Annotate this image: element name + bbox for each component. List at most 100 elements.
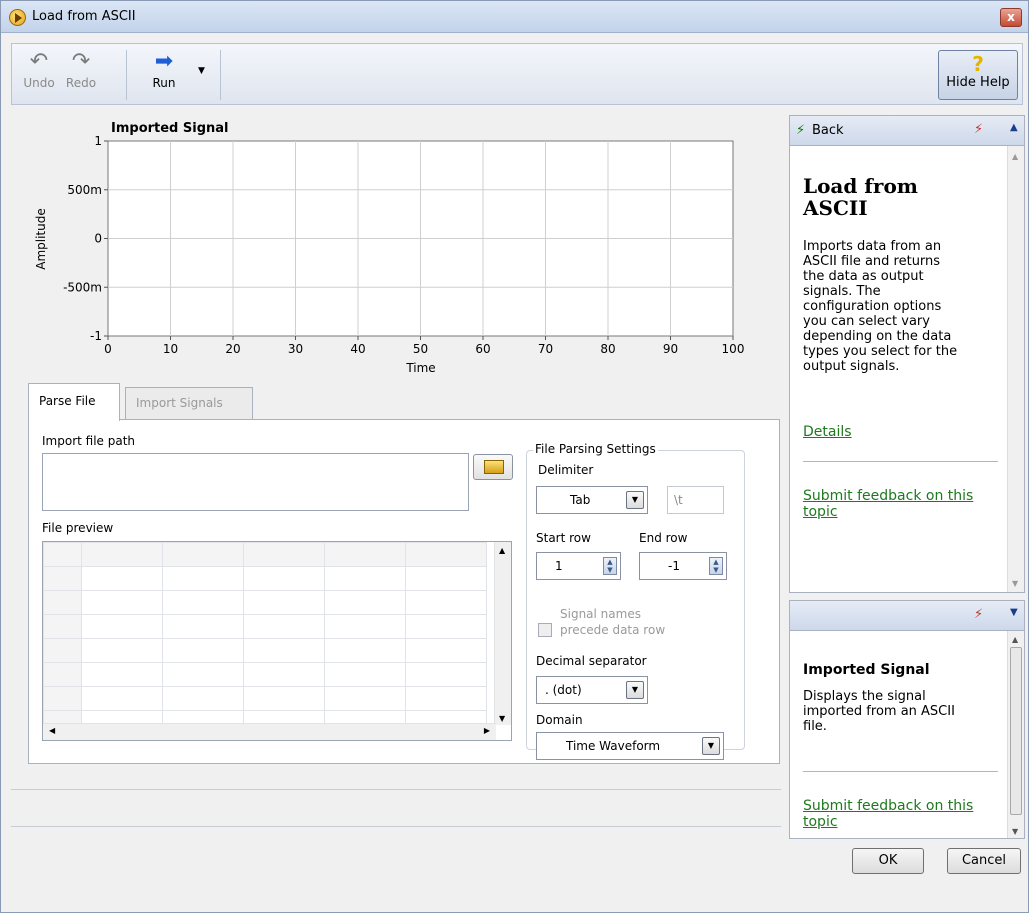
x-axis-label: Time <box>405 361 435 375</box>
table-cell <box>43 566 82 591</box>
detail-scrollbar[interactable]: ▲ ▼ <box>1007 631 1024 838</box>
table-cell <box>162 590 244 615</box>
hide-help-button[interactable]: ? Hide Help <box>938 50 1018 100</box>
chevron-up-icon[interactable]: ▲ <box>1010 122 1018 133</box>
end-row-label: End row <box>639 531 688 545</box>
chevron-down-icon: ▼ <box>702 737 720 755</box>
table-cell <box>43 542 82 567</box>
detail-description-line: imported from an ASCII <box>803 704 955 719</box>
preview-vertical-scrollbar[interactable]: ▲ ▼ <box>494 542 511 725</box>
domain-label: Domain <box>536 713 583 727</box>
tab-strip: Parse File Import Signals <box>28 383 780 421</box>
help-back-link[interactable]: Back <box>812 123 844 138</box>
scroll-down-icon[interactable]: ▼ <box>1012 579 1018 588</box>
table-cell <box>43 590 82 615</box>
y-axis-label: Amplitude <box>34 208 48 270</box>
scroll-down-icon[interactable]: ▼ <box>499 714 505 723</box>
table-cell <box>405 662 487 687</box>
signal-names-checkbox[interactable] <box>538 623 552 637</box>
preview-horizontal-scrollbar[interactable]: ◀ ▶ <box>43 723 496 740</box>
table-cell <box>243 638 325 663</box>
back-icon[interactable]: ⚡ <box>796 123 805 138</box>
x-tick-label: 0 <box>104 342 112 356</box>
delimiter-label: Delimiter <box>538 463 594 477</box>
toolbar-separator <box>220 50 221 100</box>
detail-feedback-link-line2[interactable]: topic <box>803 814 838 830</box>
y-tick-label: 500m <box>67 183 102 197</box>
scroll-up-icon[interactable]: ▲ <box>1012 152 1018 161</box>
end-row-value: -1 <box>668 559 680 573</box>
help-description-line: you can select vary <box>803 314 930 329</box>
import-path-label: Import file path <box>42 434 136 448</box>
table-cell <box>162 686 244 711</box>
x-tick-label: 20 <box>225 342 240 356</box>
labview-icon <box>9 9 26 26</box>
import-path-input[interactable] <box>42 453 469 511</box>
table-cell <box>243 566 325 591</box>
decimal-separator-select[interactable]: . (dot) ▼ <box>536 676 648 704</box>
chart-title: Imported Signal <box>111 121 229 136</box>
help-description-line: signals. The <box>803 284 881 299</box>
feedback-link-line2[interactable]: topic <box>803 504 838 520</box>
chevron-down-icon: ▼ <box>626 681 644 699</box>
run-button[interactable]: ➡ Run <box>142 48 186 102</box>
table-cell <box>162 638 244 663</box>
table-row <box>43 542 487 567</box>
help-description-line: configuration options <box>803 299 942 314</box>
y-tick-label: -1 <box>90 329 102 343</box>
scroll-thumb[interactable] <box>1010 647 1022 815</box>
table-cell <box>324 566 406 591</box>
signal-icon: ⚡ <box>974 122 984 137</box>
feedback-link-line1[interactable]: Submit feedback on this <box>803 488 973 504</box>
detail-feedback-link-line1[interactable]: Submit feedback on this <box>803 798 973 814</box>
table-cell <box>81 638 163 663</box>
detail-description-line: Displays the signal <box>803 689 926 704</box>
tab-import-signals[interactable]: Import Signals <box>125 387 253 419</box>
x-tick-label: 60 <box>475 342 490 356</box>
details-link[interactable]: Details <box>803 424 852 440</box>
detail-pane-header: ⚡ ▼ <box>790 601 1024 631</box>
help-scrollbar[interactable]: ▲ ▼ <box>1007 146 1024 592</box>
start-row-spinner[interactable]: 1 ▲ ▼ <box>536 552 621 580</box>
spinner-arrows-icon[interactable]: ▲ ▼ <box>709 557 723 575</box>
domain-select[interactable]: Time Waveform ▼ <box>536 732 724 760</box>
table-cell <box>243 662 325 687</box>
scroll-down-icon[interactable]: ▼ <box>1012 827 1018 836</box>
x-tick-label: 80 <box>600 342 615 356</box>
close-button[interactable]: x <box>1000 8 1022 27</box>
start-row-label: Start row <box>536 531 591 545</box>
delimiter-select[interactable]: Tab ▼ <box>536 486 648 514</box>
settings-title: File Parsing Settings <box>533 442 658 456</box>
end-row-spinner[interactable]: -1 ▲ ▼ <box>639 552 727 580</box>
table-cell <box>43 686 82 711</box>
chevron-down-icon[interactable]: ▼ <box>1010 607 1018 618</box>
x-tick-label: 70 <box>538 342 553 356</box>
scroll-up-icon[interactable]: ▲ <box>499 546 505 555</box>
browse-button[interactable] <box>473 454 513 480</box>
file-preview-table[interactable]: ▲ ▼ ◀ ▶ <box>42 541 512 741</box>
scroll-up-icon[interactable]: ▲ <box>1012 635 1018 644</box>
x-tick-label: 40 <box>350 342 365 356</box>
scroll-right-icon[interactable]: ▶ <box>484 726 490 735</box>
table-cell <box>162 614 244 639</box>
redo-button[interactable]: ↷ Redo <box>60 48 102 102</box>
spinner-arrows-icon[interactable]: ▲ ▼ <box>603 557 617 575</box>
cancel-button[interactable]: Cancel <box>947 848 1021 874</box>
table-cell <box>243 614 325 639</box>
help-title-line1: Load from <box>803 174 918 198</box>
scroll-left-icon[interactable]: ◀ <box>49 726 55 735</box>
detail-title: Imported Signal <box>803 662 930 678</box>
table-cell <box>81 590 163 615</box>
domain-value: Time Waveform <box>566 739 661 753</box>
table-cell <box>405 542 487 567</box>
signal-names-label-line1: Signal names <box>560 607 641 621</box>
ok-button[interactable]: OK <box>852 848 924 874</box>
help-description-line: the data as output <box>803 269 924 284</box>
table-cell <box>243 686 325 711</box>
undo-button[interactable]: ↶ Undo <box>18 48 60 102</box>
run-dropdown-icon[interactable]: ▼ <box>198 66 205 76</box>
context-help-pane: ⚡ Back ⚡ ▲ Load from ASCII Imports data … <box>789 115 1025 593</box>
tab-parse-file[interactable]: Parse File <box>28 383 120 421</box>
table-cell <box>81 566 163 591</box>
window-title: Load from ASCII <box>32 9 136 24</box>
